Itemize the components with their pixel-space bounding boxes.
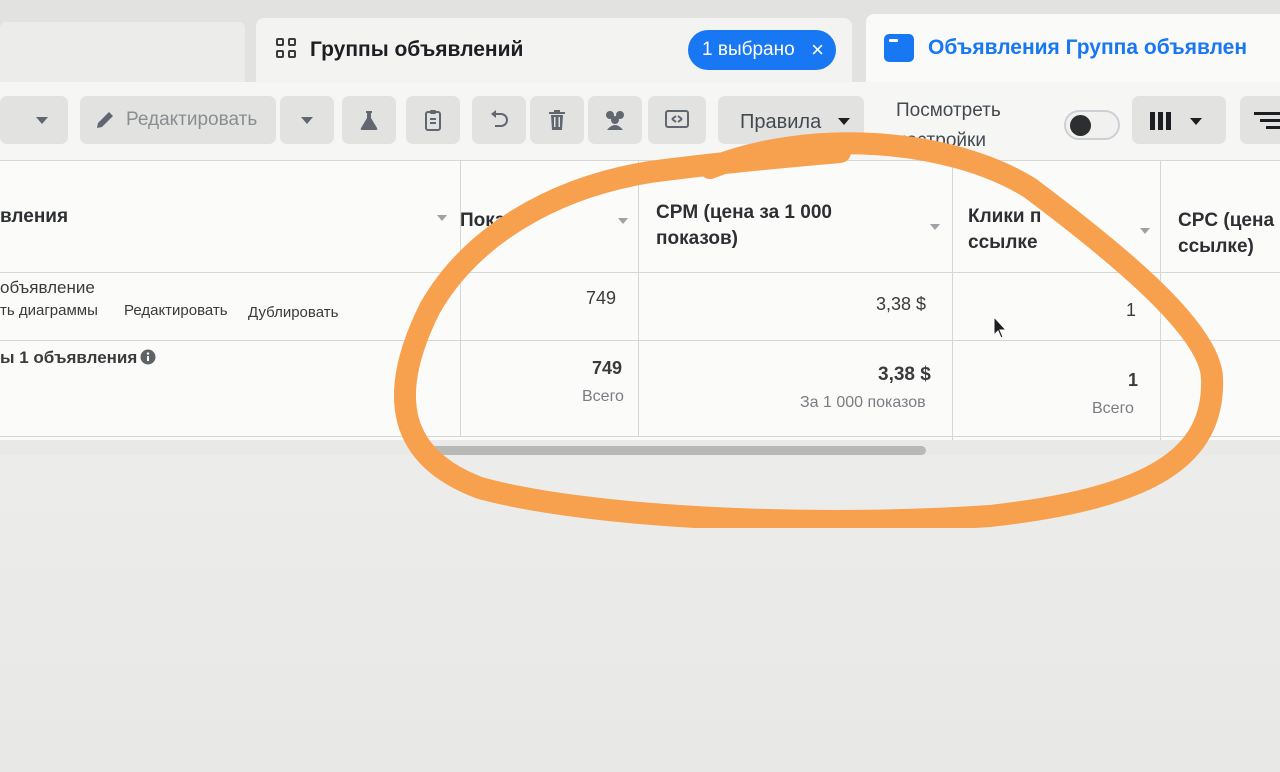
people-icon — [606, 111, 624, 130]
summary-impressions-sub: Всего — [582, 388, 624, 405]
view-charts-link[interactable]: ть диаграммы — [0, 302, 98, 319]
view-settings-line1: Посмотреть — [896, 100, 1001, 121]
tab-ad-groups[interactable]: Группы объявлений 1 выбрано × — [256, 18, 852, 82]
column-header-cpm[interactable]: CPM (цена за 1 000 показов) — [656, 200, 832, 252]
column-divider — [460, 160, 461, 436]
row-divider — [0, 340, 1280, 341]
summary-cpm-sub: За 1 000 показов — [800, 394, 926, 411]
chevron-down-icon — [838, 118, 850, 125]
close-icon[interactable]: × — [811, 37, 824, 63]
rules-button[interactable]: Правила — [718, 96, 864, 144]
sort-icon[interactable] — [618, 218, 628, 224]
clipboard-icon — [425, 110, 441, 131]
summary-link-clicks-sub: Всего — [1092, 400, 1134, 417]
delete-button[interactable] — [530, 96, 584, 144]
column-header-cpc[interactable]: CPC (цена ссылке) — [1178, 208, 1274, 260]
menu-icon — [1254, 112, 1280, 129]
column-header-cpm-line1: CPM (цена за 1 000 — [656, 202, 832, 223]
selection-chip[interactable]: 1 выбрано × — [688, 30, 836, 70]
column-header-clicks-line1: Клики п — [968, 206, 1042, 227]
summary-link-clicks: 1 — [1128, 370, 1139, 390]
audience-button[interactable] — [588, 96, 642, 144]
pencil-icon — [97, 112, 113, 128]
selection-chip-label: 1 выбрано — [702, 39, 795, 60]
sort-icon[interactable] — [1140, 228, 1150, 234]
duplicate-link[interactable]: Дублировать — [248, 304, 338, 321]
impressions-value: 749 — [586, 288, 617, 308]
column-divider — [638, 160, 639, 436]
summary-cpm: 3,38 $ — [878, 364, 931, 385]
empty-area — [0, 455, 1280, 772]
create-dropdown-button[interactable] — [0, 96, 68, 144]
cursor-icon — [993, 316, 1008, 339]
table-bottom-border — [0, 436, 1280, 437]
flask-icon — [360, 111, 378, 130]
chevron-down-icon — [1190, 118, 1202, 125]
tab-campaigns[interactable] — [0, 22, 245, 82]
sort-icon[interactable] — [437, 215, 447, 221]
ad-name[interactable]: объявление — [0, 278, 95, 298]
link-clicks-value: 1 — [1126, 300, 1137, 320]
columns-button[interactable] — [1132, 96, 1226, 144]
column-header-cpc-line1: CPC (цена — [1178, 210, 1275, 231]
column-header-cpc-line2: ссылке) — [1178, 236, 1254, 257]
tab-ads-label: Объявления Группа объявлен — [928, 36, 1248, 59]
edit-link[interactable]: Редактировать — [124, 302, 228, 319]
ad-card-icon — [884, 34, 914, 62]
undo-button[interactable] — [472, 96, 526, 144]
view-settings-line2: настройки — [896, 130, 986, 151]
view-settings-label: Посмотреть настройки — [896, 96, 1001, 156]
column-header-cpm-line2: показов) — [656, 228, 738, 249]
tab-ad-groups-label: Группы объявлений — [310, 38, 524, 61]
trash-icon — [549, 110, 565, 130]
view-settings-toggle[interactable] — [1064, 110, 1120, 140]
ads-table — [0, 160, 1280, 440]
cpm-value: 3,38 $ — [876, 294, 927, 314]
column-header-link-clicks[interactable]: Клики п ссылке — [968, 204, 1041, 256]
edit-button-label: Редактировать — [126, 109, 258, 130]
ab-test-button[interactable] — [342, 96, 396, 144]
column-header-impressions[interactable]: Показ — [460, 208, 515, 234]
sort-icon[interactable] — [930, 224, 940, 230]
chevron-down-icon — [301, 117, 313, 124]
column-divider — [952, 160, 953, 440]
summary-impressions: 749 — [592, 358, 623, 378]
column-header-name[interactable]: вления — [0, 204, 68, 230]
chevron-down-icon — [36, 117, 48, 124]
column-divider — [1160, 160, 1161, 440]
columns-icon — [1150, 112, 1171, 130]
rules-button-label: Правила — [740, 111, 822, 133]
table-top-border — [0, 160, 1280, 161]
edit-button[interactable]: Редактировать — [80, 96, 276, 144]
undo-icon — [491, 110, 508, 127]
grid-icon — [276, 38, 298, 60]
export-button[interactable] — [648, 96, 706, 144]
info-icon[interactable] — [140, 349, 156, 365]
summary-label: ы 1 объявления — [0, 348, 138, 367]
edit-dropdown-button[interactable] — [280, 96, 334, 144]
breakdown-button[interactable] — [1240, 96, 1280, 144]
horizontal-scrollbar[interactable] — [420, 446, 926, 455]
tab-ads[interactable]: Объявления Группа объявлен — [866, 14, 1280, 82]
column-header-clicks-line2: ссылке — [968, 232, 1038, 253]
export-icon — [665, 110, 689, 128]
duplicate-button[interactable] — [406, 96, 460, 144]
header-divider — [0, 272, 1280, 273]
